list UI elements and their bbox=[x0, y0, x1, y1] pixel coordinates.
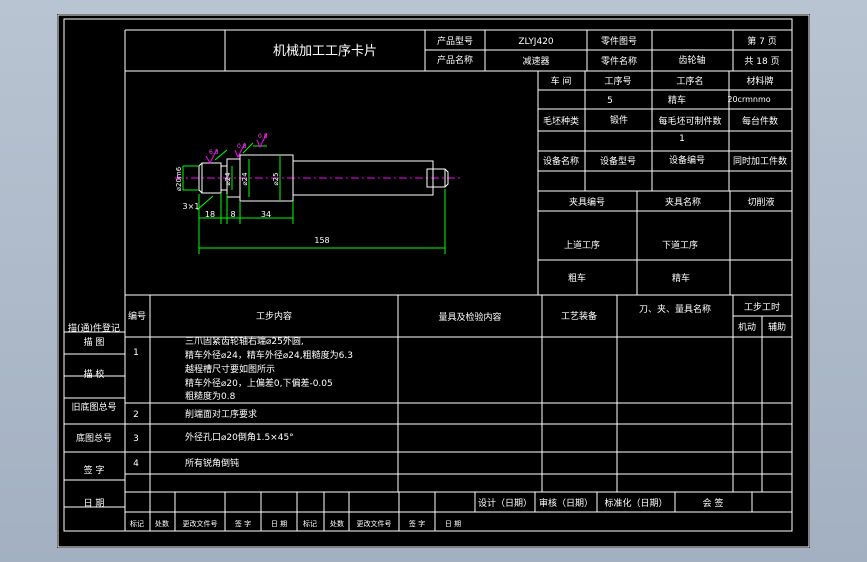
prev-process-value: 粗车 bbox=[568, 272, 586, 284]
part-name-value: 齿轮轴 bbox=[678, 54, 705, 66]
footer-mark-1: 标记 bbox=[130, 519, 144, 528]
shaft-drawing: 6.3 0.8 0.8 ⌀20m6 ⌀24 ⌀24 ⌀25 3×1 18 8 3… bbox=[175, 132, 461, 254]
dim-d25: ⌀25 bbox=[272, 172, 280, 185]
dim-d20: ⌀20m6 bbox=[175, 166, 183, 191]
roughness-2: 0.8 bbox=[237, 143, 247, 150]
fixture-no-label: 夹具编号 bbox=[569, 196, 605, 208]
fixture-name-label: 夹具名称 bbox=[665, 196, 701, 208]
footer-sign-2: 签 字 bbox=[409, 519, 425, 528]
outer-frame bbox=[57, 14, 810, 548]
drawing-sheet: 机械加工工序卡片 产品型号 ZLYJ420 零件图号 第 7 页 产品名称 减速… bbox=[57, 14, 810, 548]
left-label-trace-register: 描(通)件登记 bbox=[68, 322, 120, 334]
col-hours-header: 工步工时 bbox=[744, 301, 780, 313]
blank-type-label: 毛坯种类 bbox=[543, 115, 579, 127]
col-aux-header: 辅助 bbox=[768, 321, 786, 333]
process-no-label: 工序号 bbox=[604, 75, 631, 87]
step-1-line-4: 精车外径⌀20，上偏差0,下偏差-0.05 bbox=[185, 377, 333, 389]
footer-count-2: 处数 bbox=[330, 519, 344, 528]
col-no-header: 编号 bbox=[128, 310, 146, 322]
footer-sign-1: 签 字 bbox=[235, 519, 251, 528]
simultaneous-label: 同时加工件数 bbox=[733, 155, 787, 167]
process-no-value: 5 bbox=[607, 96, 613, 106]
step-4-no: 4 bbox=[133, 459, 139, 469]
left-label-old-base-no: 旧底图总号 bbox=[71, 401, 116, 413]
dim-8: 8 bbox=[230, 210, 235, 219]
footer-change-doc-1: 更改文件号 bbox=[183, 519, 218, 528]
step-1-line-1: 三爪固紧齿轮轴右端⌀25外圆, bbox=[185, 335, 304, 347]
equipment-name-label: 设备名称 bbox=[543, 155, 579, 167]
next-process-label: 下道工序 bbox=[662, 239, 698, 251]
footer-change-doc-2: 更改文件号 bbox=[357, 519, 392, 528]
part-drawing-label: 零件图号 bbox=[601, 35, 637, 47]
parts-per-blank-label: 每毛坯可制件数 bbox=[658, 115, 721, 127]
dim-18: 18 bbox=[205, 210, 215, 219]
page-number: 第 7 页 bbox=[747, 35, 776, 47]
footer-count-1: 处数 bbox=[155, 519, 169, 528]
table-row: 1 三爪固紧齿轮轴右端⌀25外圆, 精车外径⌀24，精车外径⌀24,粗糙度为6.… bbox=[133, 335, 353, 402]
step-3-line-1: 外径孔口⌀20倒角1.5×45° bbox=[185, 431, 294, 443]
step-2-no: 2 bbox=[133, 410, 139, 420]
left-label-trace-check: 描 校 bbox=[84, 368, 105, 380]
product-model-label: 产品型号 bbox=[437, 35, 473, 47]
process-name-value: 精车 bbox=[668, 94, 686, 106]
material-label: 材料牌 bbox=[746, 75, 773, 87]
material-value: 20crmnmo bbox=[727, 95, 770, 104]
process-card: 机械加工工序卡片 产品型号 ZLYJ420 零件图号 第 7 页 产品名称 减速… bbox=[57, 14, 810, 548]
footer-mark-2: 标记 bbox=[303, 519, 317, 528]
left-label-date: 日 期 bbox=[84, 498, 105, 509]
col-content-header: 工步内容 bbox=[256, 310, 292, 322]
left-label-base-no: 底图总号 bbox=[76, 432, 112, 444]
product-name-label: 产品名称 bbox=[437, 54, 473, 66]
coolant-label: 切削液 bbox=[747, 196, 774, 208]
step-3-no: 3 bbox=[133, 434, 139, 444]
next-process-value: 精车 bbox=[672, 272, 690, 284]
footer-review: 审核（日期） bbox=[539, 497, 593, 509]
product-model-value: ZLYJ420 bbox=[518, 37, 554, 47]
product-name-value: 减速器 bbox=[522, 55, 549, 67]
workshop-label: 车 间 bbox=[551, 75, 572, 87]
table-row: 2 削端面对工序要求 bbox=[133, 408, 257, 420]
footer-date-1: 日 期 bbox=[271, 520, 287, 528]
step-4-line-1: 所有锐角倒钝 bbox=[185, 457, 239, 469]
step-1-no: 1 bbox=[133, 348, 139, 358]
roughness-3: 0.8 bbox=[258, 133, 268, 140]
card-title: 机械加工工序卡片 bbox=[273, 44, 377, 59]
per-unit-label: 每台件数 bbox=[742, 115, 778, 127]
dim-chamfer: 3×1 bbox=[183, 202, 200, 211]
dim-158: 158 bbox=[314, 236, 329, 245]
footer-countersign: 会 签 bbox=[703, 497, 724, 509]
col-measure-header: 量具及检验内容 bbox=[438, 311, 501, 323]
step-1-line-5: 粗糙度为0.8 bbox=[185, 390, 236, 402]
dim-d24-b: ⌀24 bbox=[241, 172, 249, 186]
prev-process-label: 上道工序 bbox=[564, 239, 600, 251]
table-row: 4 所有锐角倒钝 bbox=[133, 457, 239, 469]
equipment-no-label: 设备编号 bbox=[669, 154, 705, 166]
roughness-1: 6.3 bbox=[209, 149, 219, 156]
footer-date-2: 日 期 bbox=[445, 520, 461, 528]
equipment-model-label: 设备型号 bbox=[600, 155, 636, 167]
col-machine-header: 机动 bbox=[738, 321, 756, 333]
parts-per-blank-value: 1 bbox=[679, 134, 685, 144]
blank-type-value: 锻件 bbox=[610, 114, 628, 126]
table-row: 3 外径孔口⌀20倒角1.5×45° bbox=[133, 431, 294, 444]
dim-34: 34 bbox=[261, 210, 271, 219]
footer-standard: 标准化（日期） bbox=[604, 497, 667, 509]
part-name-label: 零件名称 bbox=[601, 55, 637, 67]
step-1-line-2: 精车外径⌀24，精车外径⌀24,粗糙度为6.3 bbox=[185, 349, 353, 361]
page-total: 共 18 页 bbox=[744, 56, 779, 67]
step-2-line-1: 削端面对工序要求 bbox=[185, 408, 257, 420]
process-name-label: 工序名 bbox=[676, 75, 703, 87]
col-equipment-header: 工艺装备 bbox=[561, 310, 597, 322]
left-label-signature: 签 字 bbox=[84, 464, 105, 476]
left-label-trace: 描 图 bbox=[84, 336, 105, 348]
footer-design: 设计（日期） bbox=[478, 497, 532, 509]
step-1-line-3: 越程槽尺寸要如图所示 bbox=[185, 363, 275, 375]
col-tools-header: 刀、夹、量具名称 bbox=[639, 303, 711, 315]
dim-d24-a: ⌀24 bbox=[224, 172, 232, 186]
